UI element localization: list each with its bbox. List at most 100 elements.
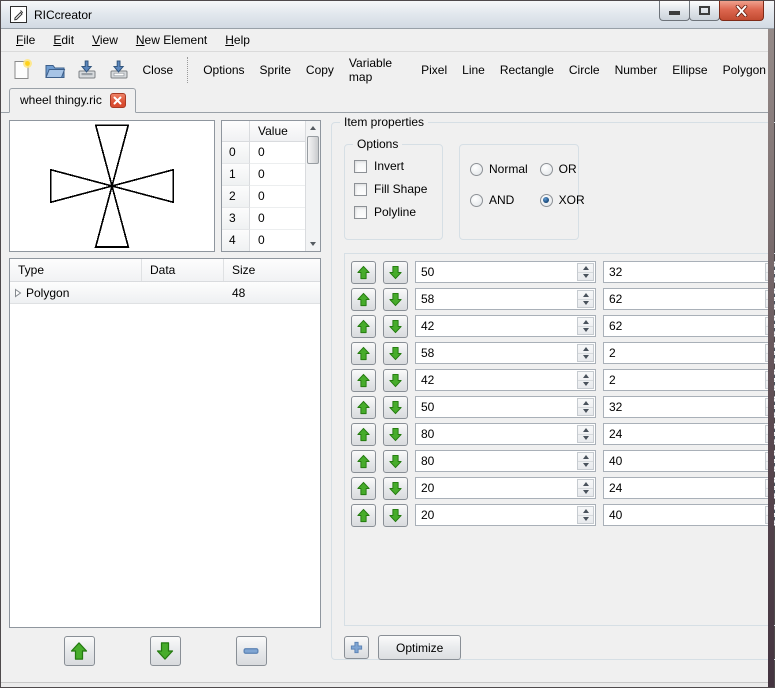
spin-down-button[interactable] <box>578 273 593 281</box>
scrollbar-thumb[interactable] <box>307 136 319 164</box>
point-y-input[interactable] <box>604 424 764 444</box>
menu-item[interactable]: File <box>7 30 44 50</box>
move-point-down-button[interactable] <box>383 369 408 392</box>
spin-down-button[interactable] <box>578 300 593 308</box>
spin-up-button[interactable] <box>578 318 593 327</box>
spin-up-button[interactable] <box>578 264 593 273</box>
move-point-down-button[interactable] <box>383 342 408 365</box>
move-point-down-button[interactable] <box>383 288 408 311</box>
move-point-up-button[interactable] <box>351 477 376 500</box>
spin-down-button[interactable] <box>578 354 593 362</box>
spin-down-button[interactable] <box>578 381 593 389</box>
point-y-input[interactable] <box>604 289 764 309</box>
point-y-input[interactable] <box>604 343 764 363</box>
move-point-down-button[interactable] <box>383 423 408 446</box>
checkbox-indicator[interactable] <box>354 183 367 196</box>
checkbox-indicator[interactable] <box>354 160 367 173</box>
object-row-polygon[interactable]: Polygon 48 <box>10 282 320 304</box>
point-x-input[interactable] <box>416 370 576 390</box>
tab-wheel-thingy[interactable]: wheel thingy.ric <box>9 88 136 113</box>
move-point-up-button[interactable] <box>351 396 376 419</box>
point-x-input[interactable] <box>416 505 576 525</box>
toolbar-button[interactable]: Rectangle <box>493 57 561 83</box>
checkbox-row[interactable]: Fill Shape <box>354 182 434 196</box>
radio-indicator[interactable] <box>540 163 553 176</box>
radio-indicator[interactable] <box>470 194 483 207</box>
toolbar-button[interactable]: Options <box>196 57 251 83</box>
move-point-up-button[interactable] <box>351 342 376 365</box>
spin-up-button[interactable] <box>578 345 593 354</box>
checkbox-indicator[interactable] <box>354 206 367 219</box>
optimize-button[interactable]: Optimize <box>378 635 461 660</box>
radio-indicator[interactable] <box>470 163 483 176</box>
remove-object-button[interactable] <box>236 636 267 666</box>
move-point-up-button[interactable] <box>351 369 376 392</box>
spin-up-button[interactable] <box>578 507 593 516</box>
point-x-input[interactable] <box>416 343 576 363</box>
point-y-input[interactable] <box>604 505 764 525</box>
checkbox-row[interactable]: Polyline <box>354 205 434 219</box>
toolbar-button[interactable]: Circle <box>562 57 607 83</box>
move-point-up-button[interactable] <box>351 315 376 338</box>
move-point-down-button[interactable] <box>383 261 408 284</box>
toolbar-button[interactable]: Sprite <box>253 57 298 83</box>
toolbar-button[interactable]: Copy <box>299 57 341 83</box>
spin-up-button[interactable] <box>578 453 593 462</box>
point-x-input[interactable] <box>416 316 576 336</box>
toolbar-close-button[interactable]: Close <box>138 57 184 83</box>
spin-down-button[interactable] <box>578 489 593 497</box>
maximize-button[interactable] <box>689 1 720 21</box>
point-x-input[interactable] <box>416 289 576 309</box>
move-point-up-button[interactable] <box>351 261 376 284</box>
menu-item[interactable]: New Element <box>127 30 216 50</box>
point-y-input[interactable] <box>604 316 764 336</box>
tab-close-button[interactable] <box>110 93 126 108</box>
point-y-input[interactable] <box>604 478 764 498</box>
point-x-input[interactable] <box>416 451 576 471</box>
point-x-input[interactable] <box>416 262 576 282</box>
add-point-button[interactable] <box>344 636 369 659</box>
move-point-down-button[interactable] <box>383 504 408 527</box>
menu-item[interactable]: Edit <box>44 30 83 50</box>
point-y-input[interactable] <box>604 370 764 390</box>
save-file-button[interactable] <box>73 55 101 84</box>
menu-item[interactable]: View <box>83 30 127 50</box>
spin-up-button[interactable] <box>578 291 593 300</box>
radio-row[interactable]: OR <box>540 162 585 176</box>
spin-down-button[interactable] <box>578 435 593 443</box>
save-as-button[interactable] <box>105 55 133 84</box>
toolbar-button[interactable]: Polygon <box>716 57 773 83</box>
open-file-button[interactable] <box>40 55 68 84</box>
menu-item[interactable]: Help <box>216 30 259 50</box>
toolbar-button[interactable]: Variable map <box>342 50 413 90</box>
toolbar-button[interactable]: Ellipse <box>665 57 714 83</box>
scroll-down-button[interactable] <box>306 237 320 251</box>
move-object-down-button[interactable] <box>150 636 181 666</box>
radio-indicator[interactable] <box>540 194 553 207</box>
value-table-scrollbar[interactable] <box>305 121 320 251</box>
row-value-cell[interactable]: 0 <box>250 230 305 252</box>
move-point-up-button[interactable] <box>351 288 376 311</box>
new-file-button[interactable] <box>8 55 36 84</box>
move-point-up-button[interactable] <box>351 423 376 446</box>
row-value-cell[interactable]: 0 <box>250 164 305 186</box>
point-y-input[interactable] <box>604 397 764 417</box>
spin-down-button[interactable] <box>578 408 593 416</box>
spin-down-button[interactable] <box>578 462 593 470</box>
spin-down-button[interactable] <box>578 327 593 335</box>
spin-up-button[interactable] <box>578 372 593 381</box>
point-y-input[interactable] <box>604 262 764 282</box>
radio-row[interactable]: Normal <box>470 162 528 176</box>
move-object-up-button[interactable] <box>64 636 95 666</box>
point-y-input[interactable] <box>604 451 764 471</box>
move-point-up-button[interactable] <box>351 504 376 527</box>
spin-down-button[interactable] <box>578 516 593 524</box>
radio-row[interactable]: AND <box>470 193 528 207</box>
row-value-cell[interactable]: 0 <box>250 142 305 164</box>
spin-up-button[interactable] <box>578 480 593 489</box>
toolbar-button[interactable]: Number <box>608 57 665 83</box>
checkbox-row[interactable]: Invert <box>354 159 434 173</box>
point-x-input[interactable] <box>416 478 576 498</box>
move-point-up-button[interactable] <box>351 450 376 473</box>
close-window-button[interactable] <box>719 1 764 21</box>
